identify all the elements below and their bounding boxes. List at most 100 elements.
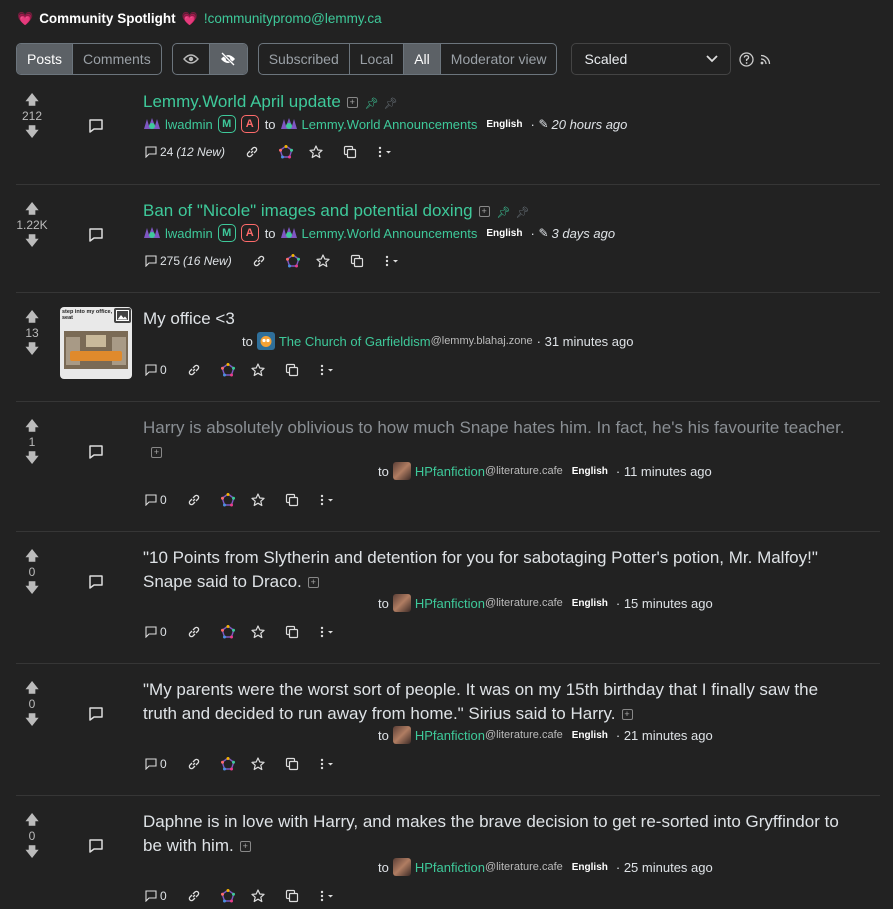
upvote-arrow-icon[interactable]: 🡅 <box>25 310 38 324</box>
expand-icon[interactable]: + <box>151 447 162 459</box>
post-title-line2[interactable]: truth and decided to run away from home.… <box>143 704 616 723</box>
post-title-line1[interactable]: "My parents were the worst sort of peopl… <box>143 680 818 699</box>
link-icon[interactable] <box>187 493 201 507</box>
upvote-arrow-icon[interactable]: 🡅 <box>25 93 38 107</box>
downvote-arrow-icon[interactable]: 🡇 <box>25 234 38 248</box>
post-title[interactable]: Harry is absolutely oblivious to how muc… <box>143 416 845 440</box>
post-title-line2[interactable]: Snape said to Draco. <box>143 572 302 591</box>
post-title-text[interactable]: Lemmy.World April update <box>143 92 341 111</box>
comment-bubble-icon[interactable] <box>86 225 106 245</box>
help-icon[interactable] <box>739 51 755 67</box>
post-title[interactable]: Daphne is in love with Harry, and makes … <box>143 810 839 834</box>
post-title[interactable]: Ban of "Nicole" images and potential dox… <box>143 199 530 225</box>
post-author[interactable]: lwadmin <box>165 226 213 241</box>
comments-link[interactable]: 0 <box>145 363 167 377</box>
comments-link[interactable]: 275 (16 New) <box>145 254 232 268</box>
hide-read-button[interactable] <box>209 44 247 74</box>
copy-icon[interactable] <box>285 363 299 377</box>
tab-comments[interactable]: Comments <box>73 44 161 74</box>
community-link[interactable]: HPfanfiction <box>415 464 485 479</box>
fediverse-icon[interactable] <box>285 254 300 268</box>
expand-icon[interactable]: + <box>239 841 251 853</box>
downvote-arrow-icon[interactable]: 🡇 <box>25 581 38 595</box>
comment-bubble-icon[interactable] <box>86 442 106 462</box>
community-link[interactable]: HPfanfiction <box>415 596 485 611</box>
post-title[interactable]: "My parents were the worst sort of peopl… <box>143 678 818 702</box>
comment-bubble-icon[interactable] <box>86 572 106 592</box>
upvote-arrow-icon[interactable]: 🡅 <box>25 549 38 563</box>
upvote-arrow-icon[interactable]: 🡅 <box>25 681 38 695</box>
copy-icon[interactable] <box>285 889 299 903</box>
post-title-continued[interactable]: be with him. + <box>143 834 251 858</box>
link-icon[interactable] <box>187 757 201 771</box>
post-title-text[interactable]: Ban of "Nicole" images and potential dox… <box>143 201 473 220</box>
community-link[interactable]: Lemmy.World Announcements <box>302 226 478 241</box>
link-icon[interactable] <box>187 363 201 377</box>
fediverse-icon[interactable] <box>220 493 235 507</box>
comments-link[interactable]: 0 <box>145 889 167 903</box>
star-icon[interactable] <box>251 363 265 377</box>
downvote-arrow-icon[interactable]: 🡇 <box>25 845 38 859</box>
more-options-icon[interactable] <box>319 493 337 507</box>
tab-posts[interactable]: Posts <box>17 44 74 74</box>
copy-icon[interactable] <box>285 493 299 507</box>
tab-all[interactable]: All <box>404 44 441 74</box>
post-title-continued[interactable]: truth and decided to run away from home.… <box>143 702 633 726</box>
downvote-arrow-icon[interactable]: 🡇 <box>25 342 38 356</box>
star-icon[interactable] <box>251 889 265 903</box>
copy-icon[interactable] <box>350 254 364 268</box>
expand-icon[interactable]: + <box>346 97 358 109</box>
more-options-icon[interactable] <box>319 625 337 639</box>
fediverse-icon[interactable] <box>279 145 294 159</box>
post-thumbnail[interactable]: step into my office, seat <box>60 307 132 379</box>
copy-icon[interactable] <box>285 757 299 771</box>
post-author[interactable]: lwadmin <box>165 117 213 132</box>
copy-icon[interactable] <box>343 145 357 159</box>
sort-select[interactable]: Scaled <box>571 43 732 75</box>
comment-bubble-icon[interactable] <box>86 116 106 136</box>
downvote-arrow-icon[interactable]: 🡇 <box>25 451 38 465</box>
post-title-line1[interactable]: Daphne is in love with Harry, and makes … <box>143 812 839 831</box>
upvote-arrow-icon[interactable]: 🡅 <box>25 813 38 827</box>
expand-icon[interactable]: + <box>478 206 490 218</box>
fediverse-icon[interactable] <box>220 757 235 771</box>
community-link[interactable]: Lemmy.World Announcements <box>302 117 478 132</box>
more-options-icon[interactable] <box>384 254 402 268</box>
more-options-icon[interactable] <box>319 889 337 903</box>
comment-bubble-icon[interactable] <box>86 836 106 856</box>
star-icon[interactable] <box>251 625 265 639</box>
expand-icon[interactable]: + <box>307 577 319 589</box>
more-options-icon[interactable] <box>319 757 337 771</box>
link-icon[interactable] <box>245 145 259 159</box>
star-icon[interactable] <box>309 145 323 159</box>
upvote-arrow-icon[interactable]: 🡅 <box>25 202 38 216</box>
link-icon[interactable] <box>187 889 201 903</box>
tab-local[interactable]: Local <box>350 44 405 74</box>
comments-link[interactable]: 0 <box>145 493 167 507</box>
fediverse-icon[interactable] <box>220 889 235 903</box>
tab-moderator-view[interactable]: Moderator view <box>441 44 557 74</box>
community-link[interactable]: HPfanfiction <box>415 728 485 743</box>
tab-subscribed[interactable]: Subscribed <box>259 44 350 74</box>
copy-icon[interactable] <box>285 625 299 639</box>
rss-icon[interactable] <box>760 54 771 65</box>
fediverse-icon[interactable] <box>220 625 235 639</box>
post-title[interactable]: Lemmy.World April update + 📌︎ 📌︎ <box>143 90 398 116</box>
post-title-continued[interactable]: Snape said to Draco. + <box>143 570 319 594</box>
comments-link[interactable]: 0 <box>145 625 167 639</box>
show-read-button[interactable] <box>173 44 210 74</box>
star-icon[interactable] <box>251 493 265 507</box>
community-link[interactable]: The Church of Garfieldism <box>279 334 431 349</box>
more-options-icon[interactable] <box>377 145 395 159</box>
comments-link[interactable]: 24 (12 New) <box>145 145 225 159</box>
post-title-line2[interactable]: be with him. <box>143 836 234 855</box>
star-icon[interactable] <box>316 254 330 268</box>
community-link[interactable]: HPfanfiction <box>415 860 485 875</box>
link-icon[interactable] <box>187 625 201 639</box>
more-options-icon[interactable] <box>319 363 337 377</box>
post-title[interactable]: My office <3 <box>143 307 235 331</box>
post-title-line1[interactable]: "10 Points from Slytherin and detention … <box>143 548 818 567</box>
downvote-arrow-icon[interactable]: 🡇 <box>25 713 38 727</box>
star-icon[interactable] <box>251 757 265 771</box>
post-title-text[interactable]: My office <3 <box>143 309 235 328</box>
